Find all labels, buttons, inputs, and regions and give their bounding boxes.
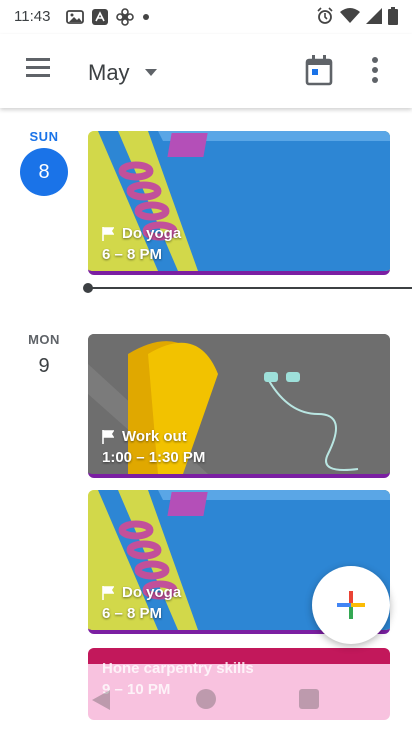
back-icon[interactable]	[90, 688, 112, 712]
event-title: Do yoga	[122, 225, 182, 242]
day-of-week: MON	[28, 332, 60, 347]
menu-button[interactable]	[24, 56, 60, 86]
alarm-icon	[317, 7, 333, 24]
event-text: Do yoga 6 – 8 PM	[102, 225, 181, 263]
home-icon[interactable]	[195, 688, 217, 710]
current-time-indicator	[83, 283, 412, 293]
dropdown-arrow-icon	[144, 69, 157, 76]
status-time: 11:43	[14, 8, 51, 25]
fan-icon	[116, 8, 134, 26]
app-store-icon	[92, 9, 108, 25]
event-card-do-yoga[interactable]: Do yoga 6 – 8 PM	[88, 131, 390, 275]
wifi-icon	[340, 8, 360, 23]
photos-icon	[66, 10, 84, 24]
event-time: 6 – 8 PM	[102, 605, 163, 622]
day-header-monday[interactable]: MON 9	[14, 332, 74, 378]
status-bar: 11:43	[0, 0, 412, 34]
create-event-button[interactable]	[312, 566, 390, 644]
recents-icon[interactable]	[299, 689, 319, 709]
signal-icon	[366, 8, 382, 24]
jump-to-today-button[interactable]	[304, 54, 344, 90]
flag-icon	[102, 429, 114, 444]
app-bar: May	[0, 34, 412, 108]
event-card-work-out[interactable]: Work out 1:00 – 1:30 PM	[88, 334, 390, 478]
more-vert-icon	[372, 57, 378, 83]
hamburger-menu-icon	[26, 58, 50, 77]
add-icon	[337, 591, 365, 619]
today-date-circle: 8	[20, 148, 68, 196]
dot-icon	[143, 14, 149, 20]
flag-icon	[102, 226, 114, 241]
event-title: Work out	[122, 428, 187, 445]
event-title: Do yoga	[122, 584, 182, 601]
more-options-button[interactable]	[370, 56, 394, 86]
event-text: Work out 1:00 – 1:30 PM	[102, 428, 205, 466]
day-of-week: SUN	[29, 129, 59, 144]
month-label: May	[88, 60, 130, 85]
event-text: Do yoga 6 – 8 PM	[102, 584, 181, 622]
event-time: 6 – 8 PM	[102, 246, 163, 263]
battery-icon	[388, 7, 398, 25]
notification-icons	[66, 8, 150, 26]
system-icons	[316, 7, 398, 25]
date-number: 9	[38, 355, 50, 377]
calendar-today-icon	[305, 55, 333, 86]
month-selector[interactable]: May	[88, 60, 158, 86]
day-header-sunday[interactable]: SUN 8	[14, 129, 74, 196]
event-time: 1:00 – 1:30 PM	[102, 449, 206, 466]
flag-icon	[102, 585, 114, 600]
system-nav-bar	[0, 672, 412, 732]
